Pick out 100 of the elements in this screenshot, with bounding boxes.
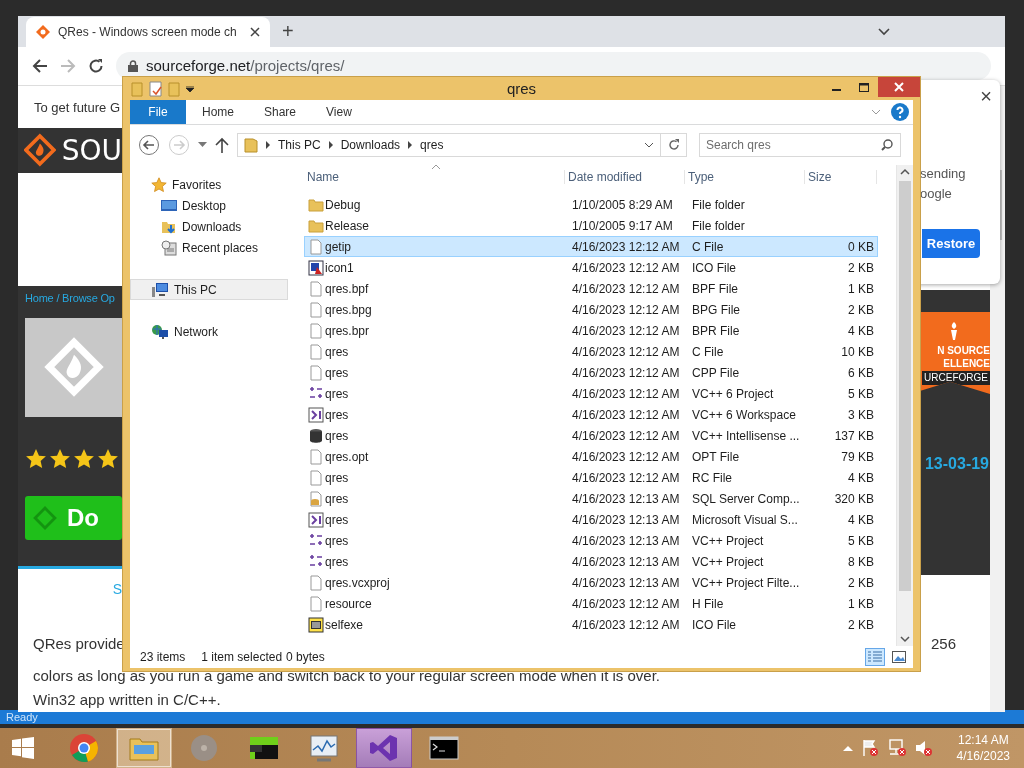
file-row[interactable]: Release 1/10/2005 9:17 AM File folder (304, 215, 878, 236)
ribbon-tab[interactable]: Home (186, 100, 248, 124)
nav-item[interactable]: Desktop (130, 195, 288, 216)
column-header[interactable]: Name (304, 170, 565, 184)
up-icon[interactable] (215, 137, 229, 153)
speaker-icon[interactable] (914, 739, 933, 757)
file-row[interactable]: qres.bpg 4/16/2023 12:12 AM BPG File 2 KB (304, 299, 878, 320)
image-file-icon (308, 259, 324, 276)
scrollbar[interactable] (896, 165, 913, 646)
release-date: 13-03-19 (924, 455, 990, 473)
chevron-down-icon[interactable] (644, 142, 654, 148)
show-hidden-icons-icon[interactable] (842, 745, 853, 751)
help-icon[interactable] (891, 103, 909, 121)
file-date: 4/16/2023 12:12 AM (571, 386, 681, 401)
file-type: BPR File (691, 323, 741, 338)
folder-icon (129, 735, 159, 761)
nav-item[interactable]: Downloads (130, 216, 288, 237)
file-size: 4 KB (848, 323, 874, 338)
close-icon[interactable] (250, 26, 260, 37)
address-bar[interactable]: sourceforge.net/projects/qres/ (116, 51, 991, 80)
breadcrumb-item[interactable]: qres (420, 138, 444, 152)
network-icon[interactable] (886, 739, 907, 757)
breadcrumb[interactable]: Home / Browse Op (25, 291, 115, 312)
file-name: qres (325, 407, 350, 422)
file-row[interactable]: qres 4/16/2023 12:13 AM Microsoft Visual S... 4 KB (304, 509, 878, 530)
file-size: 0 KB (848, 239, 874, 254)
file-row[interactable]: qres.opt 4/16/2023 12:12 AM OPT File 79 KB (304, 446, 878, 467)
file-row[interactable]: icon1 4/16/2023 12:12 AM ICO File 2 KB (304, 257, 878, 278)
popup-text: oogle (920, 185, 953, 203)
file-size: 5 KB (848, 533, 874, 548)
file-size: 1 KB (848, 596, 874, 611)
file-type: C File (691, 344, 725, 359)
file-row[interactable]: qres.vcxproj 4/16/2023 12:13 AM VC++ Project Filte... 2 KB (304, 572, 878, 593)
file-date: 4/16/2023 12:12 AM (571, 323, 681, 338)
breadcrumb-item[interactable]: Downloads (340, 138, 401, 152)
selection-status: 1 item selected (201, 650, 283, 664)
file-row[interactable]: qres.bpr 4/16/2023 12:12 AM BPR File 4 KB (304, 320, 878, 341)
search-icon[interactable] (881, 139, 893, 151)
back-icon[interactable] (138, 134, 160, 156)
file-row[interactable]: qres 4/16/2023 12:12 AM CPP File 6 KB (304, 362, 878, 383)
file-row[interactable]: qres 4/16/2023 12:12 AM C File 10 KB (304, 341, 878, 362)
new-tab-button[interactable]: + (282, 20, 294, 41)
file-row[interactable]: qres 4/16/2023 12:12 AM VC++ Intellisense ... 137 KB (304, 425, 878, 446)
file-row[interactable]: qres 4/16/2023 12:12 AM VC++ 6 Workspace 3 KB (304, 404, 878, 425)
properties-icon[interactable] (149, 80, 162, 97)
file-row[interactable]: qres.bpf 4/16/2023 12:12 AM BPF File 1 KB (304, 278, 878, 299)
restore-button[interactable]: Restore (922, 229, 980, 258)
large-icons-button[interactable] (889, 648, 909, 666)
description-text: QRes provide (33, 634, 125, 654)
back-icon[interactable] (32, 57, 48, 74)
notice-text: To get future G (33, 98, 121, 117)
file-row[interactable]: qres 4/16/2023 12:13 AM VC++ Project 8 KB (304, 551, 878, 572)
chevron-down-icon[interactable] (878, 28, 890, 36)
file-name: Debug (325, 197, 362, 212)
column-header[interactable]: Size (805, 170, 877, 184)
flag-icon[interactable] (860, 739, 879, 757)
breadcrumb-item[interactable]: This PC (278, 138, 321, 152)
site-favicon (36, 24, 50, 39)
file-row[interactable]: Debug 1/10/2005 8:29 AM File folder (304, 194, 878, 215)
column-header[interactable]: Type (685, 170, 805, 184)
ribbon-tab[interactable]: View (310, 100, 366, 124)
file-name: qres (325, 344, 350, 359)
close-button[interactable] (878, 77, 920, 97)
close-button[interactable]: × (980, 86, 992, 106)
file-row[interactable]: qres 4/16/2023 12:12 AM RC File 4 KB (304, 467, 878, 488)
file-row[interactable]: qres 4/16/2023 12:13 AM VC++ Project 5 KB (304, 530, 878, 551)
file-row[interactable]: qres 4/16/2023 12:13 AM SQL Server Comp... 320 KB (304, 488, 878, 509)
file-size: 320 KB (834, 491, 874, 506)
address-field[interactable]: This PC Downloads qres (237, 133, 661, 157)
recent-locations-icon[interactable] (198, 142, 207, 148)
file-date: 4/16/2023 12:13 AM (571, 533, 681, 548)
file-date: 4/16/2023 12:13 AM (571, 575, 681, 590)
nav-item[interactable]: This PC (130, 279, 288, 300)
dropdown-icon[interactable] (186, 85, 194, 92)
flame-logo-icon (24, 133, 56, 168)
browser-tab[interactable]: QRes - Windows screen mode ch (26, 16, 270, 47)
refresh-button[interactable] (661, 133, 687, 157)
badge-text: N SOURCE (937, 344, 990, 357)
expand-ribbon-icon[interactable] (871, 109, 881, 115)
file-date: 4/16/2023 12:12 AM (571, 281, 681, 296)
file-row[interactable]: resource 4/16/2023 12:12 AM H File 1 KB (304, 593, 878, 614)
file-size: 137 KB (834, 428, 874, 443)
nav-item[interactable]: Recent places (130, 237, 288, 258)
file-row[interactable]: getip 4/16/2023 12:12 AM C File 0 KB (304, 236, 878, 257)
column-header[interactable]: Date modified (565, 170, 685, 184)
nav-item[interactable]: Network (130, 321, 288, 342)
file-date: 4/16/2023 12:12 AM (571, 407, 681, 422)
file-type: OPT File (691, 449, 741, 464)
clock-time: 12:14 AM (957, 732, 1009, 748)
description-text: Win32 app written in C/C++. (33, 690, 222, 710)
nav-item[interactable]: Favorites (130, 174, 288, 195)
file-menu-tab[interactable]: File (130, 100, 186, 124)
maximize-icon (859, 82, 869, 92)
file-date: 4/16/2023 12:12 AM (571, 302, 681, 317)
clock-date: 4/16/2023 (956, 748, 1010, 764)
file-row[interactable]: qres 4/16/2023 12:12 AM VC++ 6 Project 5 KB (304, 383, 878, 404)
file-row[interactable]: selfexe 4/16/2023 12:12 AM ICO File 2 KB (304, 614, 878, 635)
reload-icon[interactable] (88, 57, 104, 74)
ribbon-tab[interactable]: Share (248, 100, 311, 124)
search-field[interactable]: Search qres (699, 133, 901, 157)
